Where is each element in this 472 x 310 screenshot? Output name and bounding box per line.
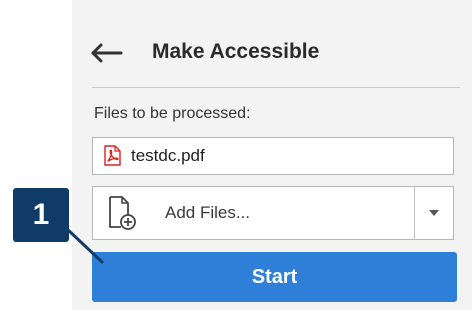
add-files-dropdown-button[interactable] bbox=[415, 187, 453, 239]
make-accessible-panel: Make Accessible Files to be processed: t… bbox=[72, 0, 472, 310]
step-callout-badge: 1 bbox=[13, 188, 69, 242]
page-title: Make Accessible bbox=[152, 40, 320, 63]
files-to-process-label: Files to be processed: bbox=[94, 105, 251, 122]
panel-header: Make Accessible bbox=[72, 0, 460, 88]
add-files-control: Add Files... bbox=[92, 186, 454, 240]
file-list-item[interactable]: testdc.pdf bbox=[93, 138, 205, 174]
screenshot-stage: Make Accessible Files to be processed: t… bbox=[0, 0, 472, 310]
file-name: testdc.pdf bbox=[131, 146, 205, 165]
header-divider bbox=[92, 87, 460, 88]
caret-down-icon bbox=[429, 210, 439, 216]
add-file-icon bbox=[107, 195, 137, 231]
back-button[interactable] bbox=[86, 36, 126, 70]
start-button[interactable]: Start bbox=[92, 252, 457, 302]
pdf-file-icon bbox=[104, 145, 121, 166]
arrow-left-icon bbox=[91, 43, 123, 63]
add-files-label: Add Files... bbox=[165, 203, 251, 222]
file-list: testdc.pdf bbox=[92, 137, 454, 175]
add-files-button[interactable]: Add Files... bbox=[93, 187, 414, 239]
